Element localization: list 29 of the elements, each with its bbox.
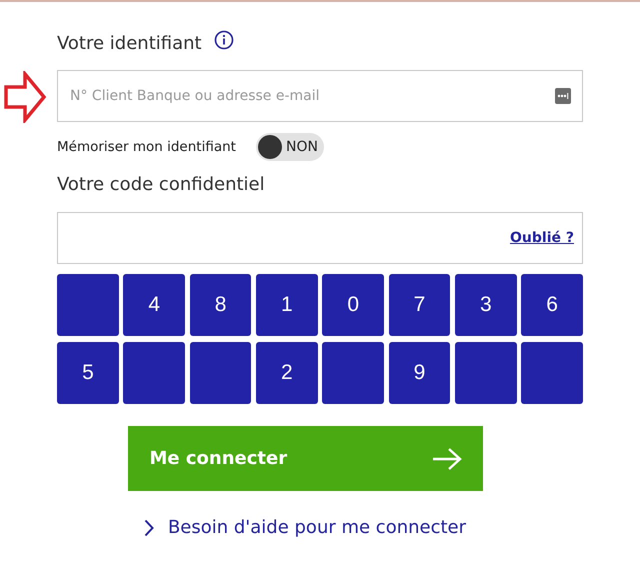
blank-key[interactable] xyxy=(123,342,186,404)
info-icon[interactable] xyxy=(214,30,234,50)
forgot-link[interactable]: Oublié ? xyxy=(510,230,574,246)
help-link[interactable]: Besoin d'aide pour me connecter xyxy=(168,517,466,538)
keypad-key[interactable]: 4 xyxy=(123,274,186,336)
password-manager-icon[interactable] xyxy=(555,88,571,104)
keypad-key[interactable]: 5 xyxy=(57,342,119,404)
keypad-key[interactable]: 0 xyxy=(322,274,384,336)
blank-key[interactable] xyxy=(190,342,252,404)
keypad-key[interactable]: 3 xyxy=(454,274,517,336)
blank-key[interactable] xyxy=(454,342,517,404)
keypad-key[interactable]: 6 xyxy=(521,274,583,336)
keypad-key[interactable]: 1 xyxy=(256,274,318,336)
keypad-key[interactable]: 8 xyxy=(190,274,252,336)
identifier-field[interactable]: N° Client Banque ou adresse e-mail xyxy=(57,70,583,122)
code-label: Votre code confidentiel xyxy=(57,174,266,197)
keypad-key[interactable]: 9 xyxy=(388,342,450,404)
remember-toggle[interactable]: NON xyxy=(256,133,324,161)
arrow-icon xyxy=(3,71,47,123)
blank-key[interactable] xyxy=(521,342,583,404)
arrow-right-icon xyxy=(430,446,462,470)
code-field[interactable]: Oublié ? xyxy=(57,212,583,264)
blank-key[interactable] xyxy=(57,274,119,336)
identifier-label: Votre identifiant xyxy=(57,32,202,54)
blank-key[interactable] xyxy=(322,342,384,404)
chevron-right-icon[interactable] xyxy=(144,518,154,536)
keypad-key[interactable]: 7 xyxy=(388,274,450,336)
remember-label: Mémoriser mon identifiant xyxy=(57,139,236,155)
keypad-key[interactable]: 2 xyxy=(256,342,318,404)
